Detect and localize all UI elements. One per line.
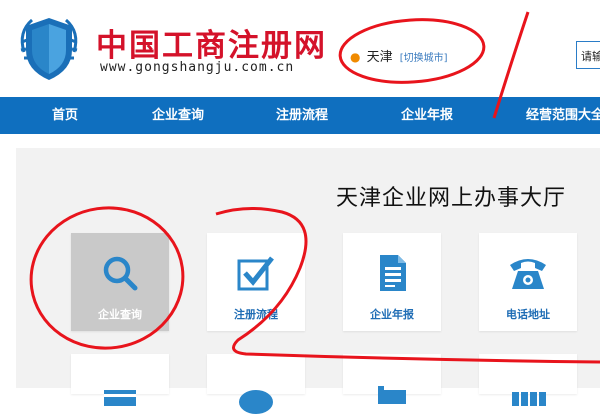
service-hall-panel: 天津企业网上办事大厅 企业查询 注册流程 企业年报 电话地址: [16, 148, 600, 414]
switch-city-link[interactable]: [切换城市]: [400, 53, 448, 64]
site-header: 中国工商注册网 www.gongshangju.com.cn ● 天津 [切换城…: [0, 0, 600, 97]
nav-item-business-scope[interactable]: 经营范围大全: [526, 97, 600, 134]
tile-row2-3[interactable]: [343, 354, 441, 404]
site-url: www.gongshangju.com.cn: [100, 60, 295, 75]
tile-label: 企业查询: [98, 308, 142, 321]
tile-label: 企业年报: [370, 308, 414, 321]
tile-company-search[interactable]: 企业查询: [71, 233, 169, 331]
grid-icon: [512, 392, 546, 406]
checkbox-icon: [237, 256, 274, 291]
nav-item-home[interactable]: 首页: [52, 97, 78, 134]
city-selector[interactable]: ● 天津 [切换城市]: [350, 46, 448, 65]
chat-bubble-icon: [239, 390, 273, 414]
shield-logo-icon[interactable]: [14, 12, 84, 84]
current-city: 天津: [366, 50, 393, 65]
search-input[interactable]: 请输: [576, 41, 600, 69]
card-icon: [104, 390, 136, 406]
tile-label: 注册流程: [234, 308, 278, 321]
tile-label: 电话地址: [506, 308, 550, 321]
search-icon: [103, 256, 138, 291]
location-pin-icon: ●: [350, 50, 361, 64]
tile-row2-4[interactable]: [479, 354, 577, 406]
nav-item-registration-process[interactable]: 注册流程: [276, 97, 328, 134]
tile-row2-2[interactable]: [207, 354, 305, 414]
document-icon: [380, 255, 406, 291]
nav-item-company-search[interactable]: 企业查询: [152, 97, 204, 134]
tile-phone-address[interactable]: 电话地址: [479, 233, 577, 331]
telephone-icon: [510, 259, 546, 289]
nav-item-annual-report[interactable]: 企业年报: [401, 97, 453, 134]
tile-registration-process[interactable]: 注册流程: [207, 233, 305, 331]
main-nav: 首页 企业查询 注册流程 企业年报 经营范围大全: [0, 97, 600, 134]
tile-row2-1[interactable]: [71, 354, 169, 406]
presentation-icon: [378, 386, 406, 404]
site-logo-title[interactable]: 中国工商注册网: [96, 20, 327, 65]
tile-annual-report[interactable]: 企业年报: [343, 233, 441, 331]
page-title: 天津企业网上办事大厅: [336, 186, 567, 211]
